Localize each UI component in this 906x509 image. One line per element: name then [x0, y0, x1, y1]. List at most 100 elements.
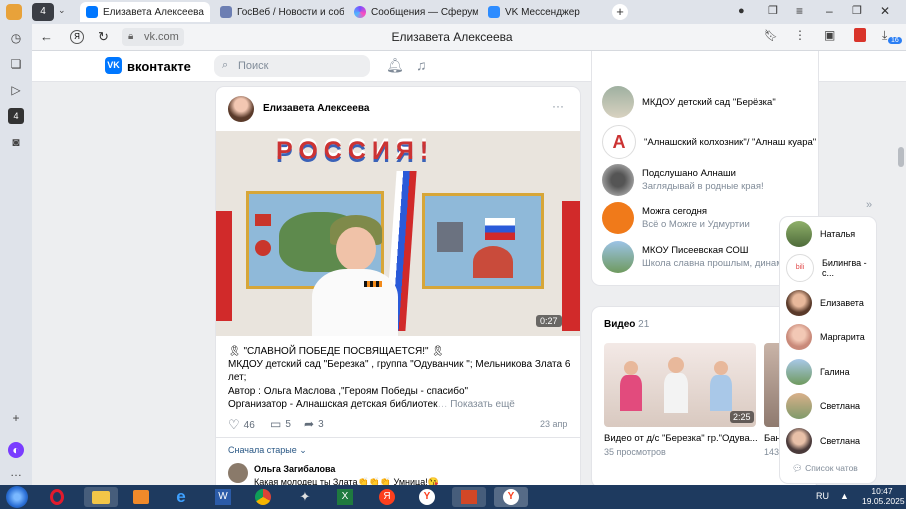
app-icon[interactable]: ✦: [288, 487, 322, 507]
vk-messenger-favicon-icon: [488, 6, 500, 18]
sort-label: Сначала старые: [228, 445, 297, 455]
post-author-name[interactable]: Елизавета Алексеева: [263, 103, 369, 114]
group-item[interactable]: Подслушано Алнаши Заглядывай в родные кра…: [602, 163, 764, 197]
friend-name: Елизавета: [820, 298, 864, 308]
language-indicator[interactable]: RU: [816, 491, 829, 501]
yandex-icon[interactable]: Я: [70, 30, 84, 44]
download-icon[interactable]: ⤓: [882, 28, 887, 43]
vk-logo-text[interactable]: вконтакте: [127, 59, 191, 74]
child-figure: [624, 361, 638, 375]
more-icon[interactable]: …: [8, 464, 24, 480]
kebab-menu-icon[interactable]: ⋮: [794, 28, 806, 42]
chat-item[interactable]: Светлана: [786, 426, 860, 456]
chrome-icon[interactable]: [246, 487, 280, 507]
video-title-2[interactable]: Бан: [764, 433, 781, 444]
post-author-avatar[interactable]: [228, 96, 254, 122]
comment-text: Какая молодец ты Злата👏👏👏 Умница!😘: [254, 477, 439, 485]
tab-gosweb[interactable]: ГосВеб / Новости и собы: [214, 2, 344, 22]
close-icon[interactable]: ✕: [209, 7, 210, 18]
post-video[interactable]: РОССИЯ! 0:27: [216, 131, 580, 336]
group-item[interactable]: А "Алнашский колхозник"/ "Алнаш куара": [602, 125, 816, 159]
gosweb-favicon-icon: [220, 6, 232, 18]
chat-item[interactable]: Галина: [786, 357, 850, 387]
video-thumbnail[interactable]: 2:25: [604, 343, 756, 427]
new-tab-plus-icon[interactable]: +: [612, 4, 628, 20]
start-button[interactable]: [6, 486, 28, 508]
chat-item[interactable]: Наталья: [786, 219, 855, 249]
reader-icon[interactable]: ▣: [824, 28, 835, 42]
post-menu-icon[interactable]: ···: [552, 99, 564, 113]
collections-icon[interactable]: ❏: [8, 56, 24, 72]
comment-sort-toggle[interactable]: Сначала старые ⌄: [228, 445, 307, 456]
page-title: Елизавета Алексеева: [391, 30, 513, 44]
like-button[interactable]: ♡ 46: [228, 417, 255, 433]
alice-assistant-icon[interactable]: ◐: [8, 442, 24, 458]
media-player-icon[interactable]: [124, 487, 158, 507]
friend-avatar: bili: [786, 254, 814, 282]
videos-title[interactable]: Видео 21: [604, 319, 649, 330]
tab-vk-messenger[interactable]: VK Мессенджер: [482, 2, 608, 22]
url-field[interactable]: 🔒︎ vk.com: [122, 28, 184, 46]
tab-counter[interactable]: 4: [32, 3, 54, 21]
internet-explorer-icon[interactable]: e: [164, 487, 198, 507]
chat-item[interactable]: bili Билингва - с...: [786, 253, 876, 283]
copy-icon[interactable]: ❐: [768, 4, 778, 17]
chat-item[interactable]: Светлана: [786, 391, 860, 421]
comment-button[interactable]: ▭ 5: [270, 417, 291, 431]
yandex-app-icon[interactable]: Я: [370, 487, 404, 507]
chat-item[interactable]: Елизавета: [786, 288, 864, 318]
group-name: МКДОУ детский сад "Берёзка": [642, 96, 776, 108]
tray-chevron-icon[interactable]: ▲: [840, 491, 849, 501]
scrollbar-thumb[interactable]: [898, 147, 904, 167]
show-more-link[interactable]: Показать ещё: [450, 399, 515, 410]
group-item[interactable]: Можга сегодня Всё о Можге и Удмуртии: [602, 201, 750, 235]
chat-list-label: Список чатов: [805, 463, 858, 473]
microphone-icon[interactable]: ●: [738, 5, 745, 17]
browser-profile-icon[interactable]: [6, 4, 22, 20]
powerpoint-icon[interactable]: [452, 487, 486, 507]
notifications-bell-icon[interactable]: 🔔︎: [386, 57, 404, 74]
friend-avatar: [786, 290, 812, 316]
maximize-icon[interactable]: ❐: [852, 4, 862, 17]
tab-sferum[interactable]: Сообщения — Сферум: [348, 2, 478, 22]
bookmark-icon[interactable]: 🔖︎: [764, 29, 778, 42]
menu-icon[interactable]: ≡: [796, 4, 803, 18]
back-arrow-icon[interactable]: ←: [40, 29, 53, 44]
group-subtitle: Всё о Можге и Удмуртии: [642, 219, 750, 230]
extension-icon[interactable]: [854, 28, 866, 42]
tab-label: VK Мессенджер: [505, 6, 580, 18]
share-button[interactable]: ➦ 3: [304, 417, 324, 431]
girl-body: [312, 269, 398, 336]
excel-icon[interactable]: X: [328, 487, 362, 507]
window-close-icon[interactable]: ✕: [880, 4, 890, 18]
chat-list-button[interactable]: 💬︎ Список чатов: [792, 463, 858, 474]
group-avatar: [602, 241, 634, 273]
opera-icon[interactable]: [40, 487, 74, 507]
music-icon[interactable]: ♫: [416, 57, 427, 73]
friend-name: Билингва - с...: [822, 258, 867, 278]
chat-item[interactable]: Маргарита: [786, 322, 865, 352]
history-icon[interactable]: ◷: [8, 30, 24, 46]
minimize-icon[interactable]: –: [826, 4, 833, 18]
commenter-name[interactable]: Ольга Загибалова: [254, 464, 335, 474]
explorer-icon[interactable]: [84, 487, 118, 507]
yandex-browser-icon[interactable]: Y: [410, 487, 444, 507]
play-icon[interactable]: ▷: [8, 82, 24, 98]
clock[interactable]: 10:47 19.05.2025: [862, 486, 905, 506]
yandex-browser-active-icon[interactable]: Y: [494, 487, 528, 507]
girl-face: [336, 227, 376, 271]
word-icon[interactable]: W: [206, 487, 240, 507]
reload-icon[interactable]: ↻: [98, 29, 109, 45]
commenter-avatar[interactable]: [228, 463, 248, 483]
expand-chats-icon[interactable]: »: [866, 199, 872, 211]
video-title[interactable]: Видео от д/с "Березка" гр."Одува...: [604, 433, 758, 444]
camera-icon[interactable]: ◙: [8, 134, 24, 150]
group-item[interactable]: МКДОУ детский сад "Берёзка": [602, 85, 776, 119]
tab-group-icon[interactable]: 4: [8, 108, 24, 124]
chevron-down-icon[interactable]: ⌄: [58, 5, 66, 16]
add-panel-icon[interactable]: +: [8, 410, 24, 426]
post-date[interactable]: 23 апр: [540, 419, 567, 429]
vk-logo-icon[interactable]: VK: [105, 57, 122, 74]
tab-active[interactable]: Елизавета Алексеева ✕: [80, 2, 210, 22]
search-input[interactable]: ⌕ Поиск: [214, 55, 370, 77]
